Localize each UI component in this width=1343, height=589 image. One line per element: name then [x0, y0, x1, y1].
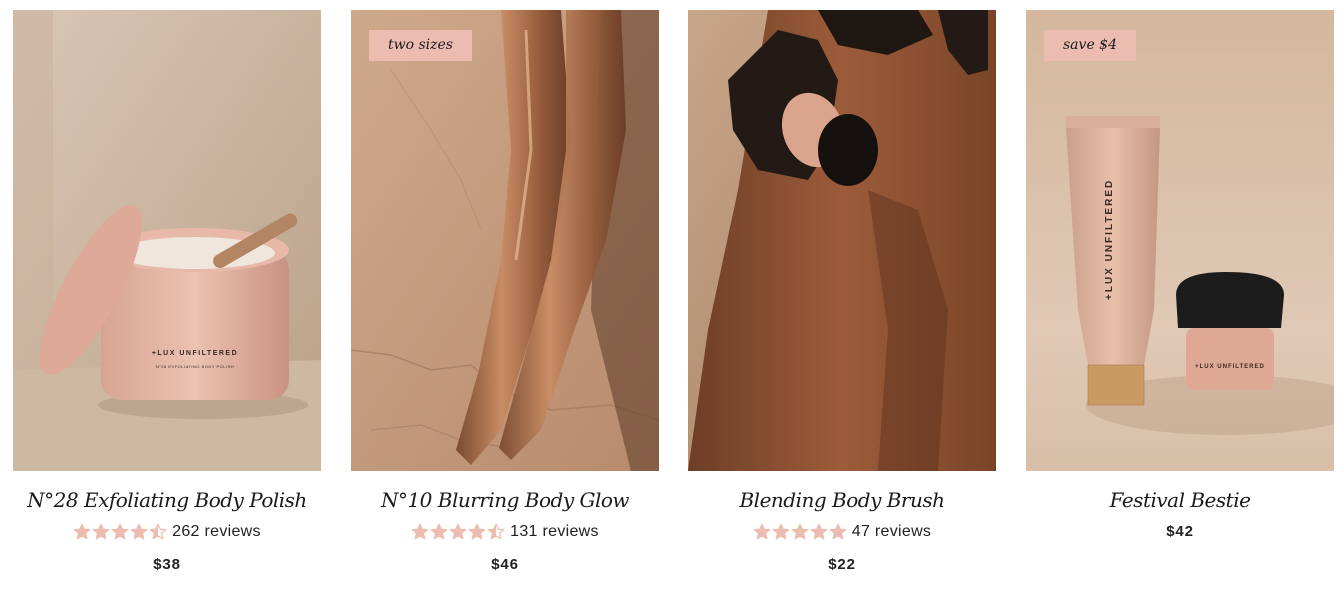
star-full-icon [111, 523, 129, 540]
svg-text:+LUX UNFILTERED: +LUX UNFILTERED [1104, 179, 1115, 300]
product-badge: save $4 [1044, 30, 1136, 61]
product-image-festival-bestie[interactable]: +LUX UNFILTERED +LUX UNFILTERED save $4 [1026, 10, 1334, 471]
star-full-icon [791, 523, 809, 540]
star-half-icon [487, 523, 505, 540]
product-title[interactable]: N°28 Exfoliating Body Polish [13, 488, 321, 518]
review-count[interactable]: 262 reviews [172, 523, 261, 541]
product-card[interactable]: +LUX UNFILTERED +LUX UNFILTERED save $4 … [1026, 10, 1334, 540]
star-full-icon [73, 523, 91, 540]
svg-text:+LUX UNFILTERED: +LUX UNFILTERED [1195, 364, 1265, 370]
star-rating [73, 523, 167, 541]
product-image-body-polish[interactable]: +LUX UNFILTERED N°28 EXFOLIATING BODY PO… [13, 10, 321, 471]
star-full-icon [810, 523, 828, 540]
star-rating [411, 523, 505, 541]
product-rating[interactable]: 47 reviews [688, 521, 996, 543]
product-image-body-brush[interactable] [688, 10, 996, 471]
product-price: $46 [491, 556, 519, 573]
svg-text:N°28 EXFOLIATING BODY POLISH: N°28 EXFOLIATING BODY POLISH [156, 364, 234, 369]
star-full-icon [92, 523, 110, 540]
review-count[interactable]: 131 reviews [510, 523, 599, 541]
product-rating[interactable]: 262 reviews [13, 521, 321, 543]
product-price: $42 [1166, 523, 1194, 540]
star-full-icon [130, 523, 148, 540]
product-image-body-glow[interactable]: two sizes [351, 10, 659, 471]
star-full-icon [468, 523, 486, 540]
star-half-icon [149, 523, 167, 540]
product-title[interactable]: N°10 Blurring Body Glow [351, 488, 659, 518]
glowing-legs-photo [351, 10, 659, 471]
product-card[interactable]: two sizes N°10 Blurring Body Glow 131 re… [351, 10, 659, 573]
svg-text:+LUX UNFILTERED: +LUX UNFILTERED [152, 350, 238, 357]
star-rating [753, 523, 847, 541]
product-rating[interactable]: 131 reviews [351, 521, 659, 543]
review-count[interactable]: 47 reviews [852, 523, 931, 541]
body-polish-jar-photo: +LUX UNFILTERED N°28 EXFOLIATING BODY PO… [13, 10, 321, 471]
star-full-icon [829, 523, 847, 540]
star-full-icon [753, 523, 771, 540]
product-price: $38 [153, 556, 181, 573]
tube-and-brush-photo: +LUX UNFILTERED +LUX UNFILTERED [1026, 10, 1334, 471]
product-title[interactable]: Blending Body Brush [688, 488, 996, 518]
product-title[interactable]: Festival Bestie [1026, 488, 1334, 518]
star-full-icon [449, 523, 467, 540]
star-full-icon [430, 523, 448, 540]
body-brush-on-leg-photo [688, 10, 996, 471]
product-card[interactable]: +LUX UNFILTERED N°28 EXFOLIATING BODY PO… [13, 10, 321, 573]
product-badge: two sizes [369, 30, 472, 61]
star-full-icon [411, 523, 429, 540]
product-price: $22 [828, 556, 856, 573]
product-card[interactable]: Blending Body Brush 47 reviews $22 [688, 10, 996, 573]
star-full-icon [772, 523, 790, 540]
